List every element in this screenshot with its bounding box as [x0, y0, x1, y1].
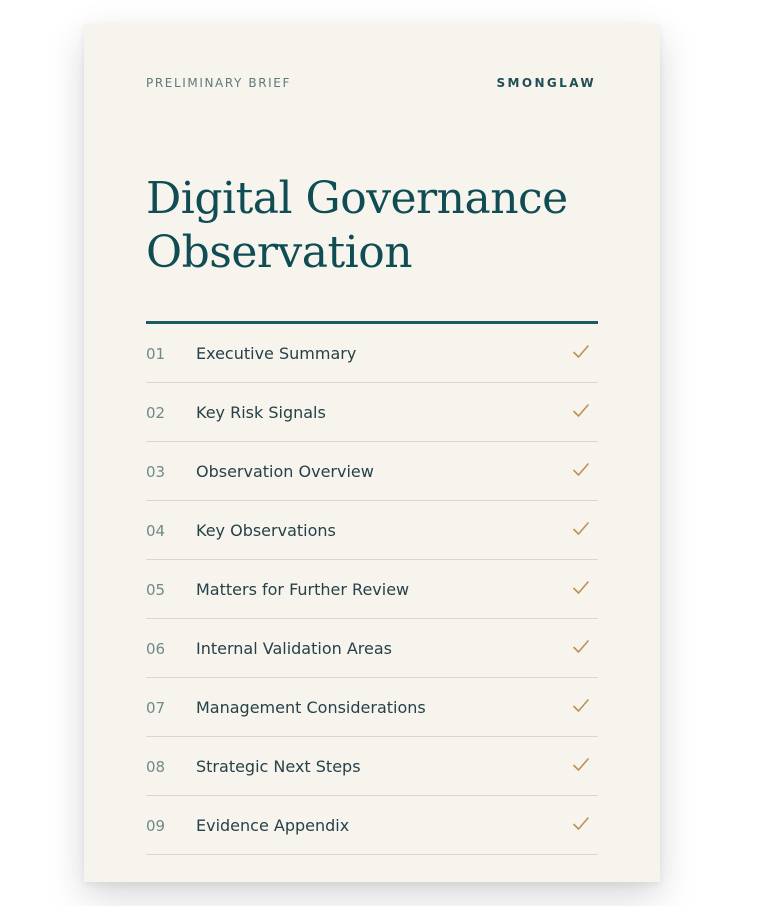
- toc-item-label: Evidence Appendix: [196, 816, 350, 835]
- toc-item-observation-overview: 03 Observation Overview: [146, 442, 598, 501]
- toc-item-strategic-next-steps: 08 Strategic Next Steps: [146, 737, 598, 796]
- toc-item-number: 06: [146, 640, 166, 658]
- toc-item-number: 02: [146, 404, 166, 422]
- check-icon: [572, 638, 590, 656]
- toc-item-number: 09: [146, 817, 166, 835]
- document-title: Digital Governance Observation: [146, 172, 616, 280]
- check-icon: [572, 697, 590, 715]
- table-of-contents: 01 Executive Summary 02 Key Risk Signals…: [146, 324, 598, 855]
- check-icon: [572, 343, 590, 361]
- check-icon: [572, 815, 590, 833]
- toc-item-label: Key Observations: [196, 521, 336, 540]
- toc-item-management-considerations: 07 Management Considerations: [146, 678, 598, 737]
- toc-item-label: Internal Validation Areas: [196, 639, 392, 658]
- toc-item-label: Strategic Next Steps: [196, 757, 361, 776]
- toc-item-label: Key Risk Signals: [196, 403, 326, 422]
- toc-item-number: 01: [146, 345, 166, 363]
- toc-item-matters-for-further-review: 05 Matters for Further Review: [146, 560, 598, 619]
- document-cover: PRELIMINARY BRIEF SMONGLAW Digital Gover…: [84, 24, 660, 882]
- check-icon: [572, 520, 590, 538]
- toc-item-number: 05: [146, 581, 166, 599]
- brand-name: SMONGLAW: [496, 76, 596, 90]
- check-icon: [572, 402, 590, 420]
- document-title-line-2: Observation: [146, 227, 413, 278]
- document-title-line-1: Digital Governance: [146, 173, 568, 224]
- toc-item-key-risk-signals: 02 Key Risk Signals: [146, 383, 598, 442]
- check-icon: [572, 461, 590, 479]
- toc-item-label: Matters for Further Review: [196, 580, 410, 599]
- toc-item-number: 03: [146, 463, 166, 481]
- toc-item-executive-summary: 01 Executive Summary: [146, 324, 598, 383]
- toc-item-number: 08: [146, 758, 166, 776]
- check-icon: [572, 756, 590, 774]
- toc-item-evidence-appendix: 09 Evidence Appendix: [146, 796, 598, 855]
- toc-item-internal-validation-areas: 06 Internal Validation Areas: [146, 619, 598, 678]
- document-type-label: PRELIMINARY BRIEF: [146, 76, 291, 90]
- check-icon: [572, 579, 590, 597]
- toc-item-label: Observation Overview: [196, 462, 374, 481]
- toc-item-label: Executive Summary: [196, 344, 357, 363]
- toc-item-number: 04: [146, 522, 166, 540]
- toc-item-key-observations: 04 Key Observations: [146, 501, 598, 560]
- toc-item-label: Management Considerations: [196, 698, 426, 717]
- stage: PRELIMINARY BRIEF SMONGLAW Digital Gover…: [0, 0, 768, 906]
- toc-item-number: 07: [146, 699, 166, 717]
